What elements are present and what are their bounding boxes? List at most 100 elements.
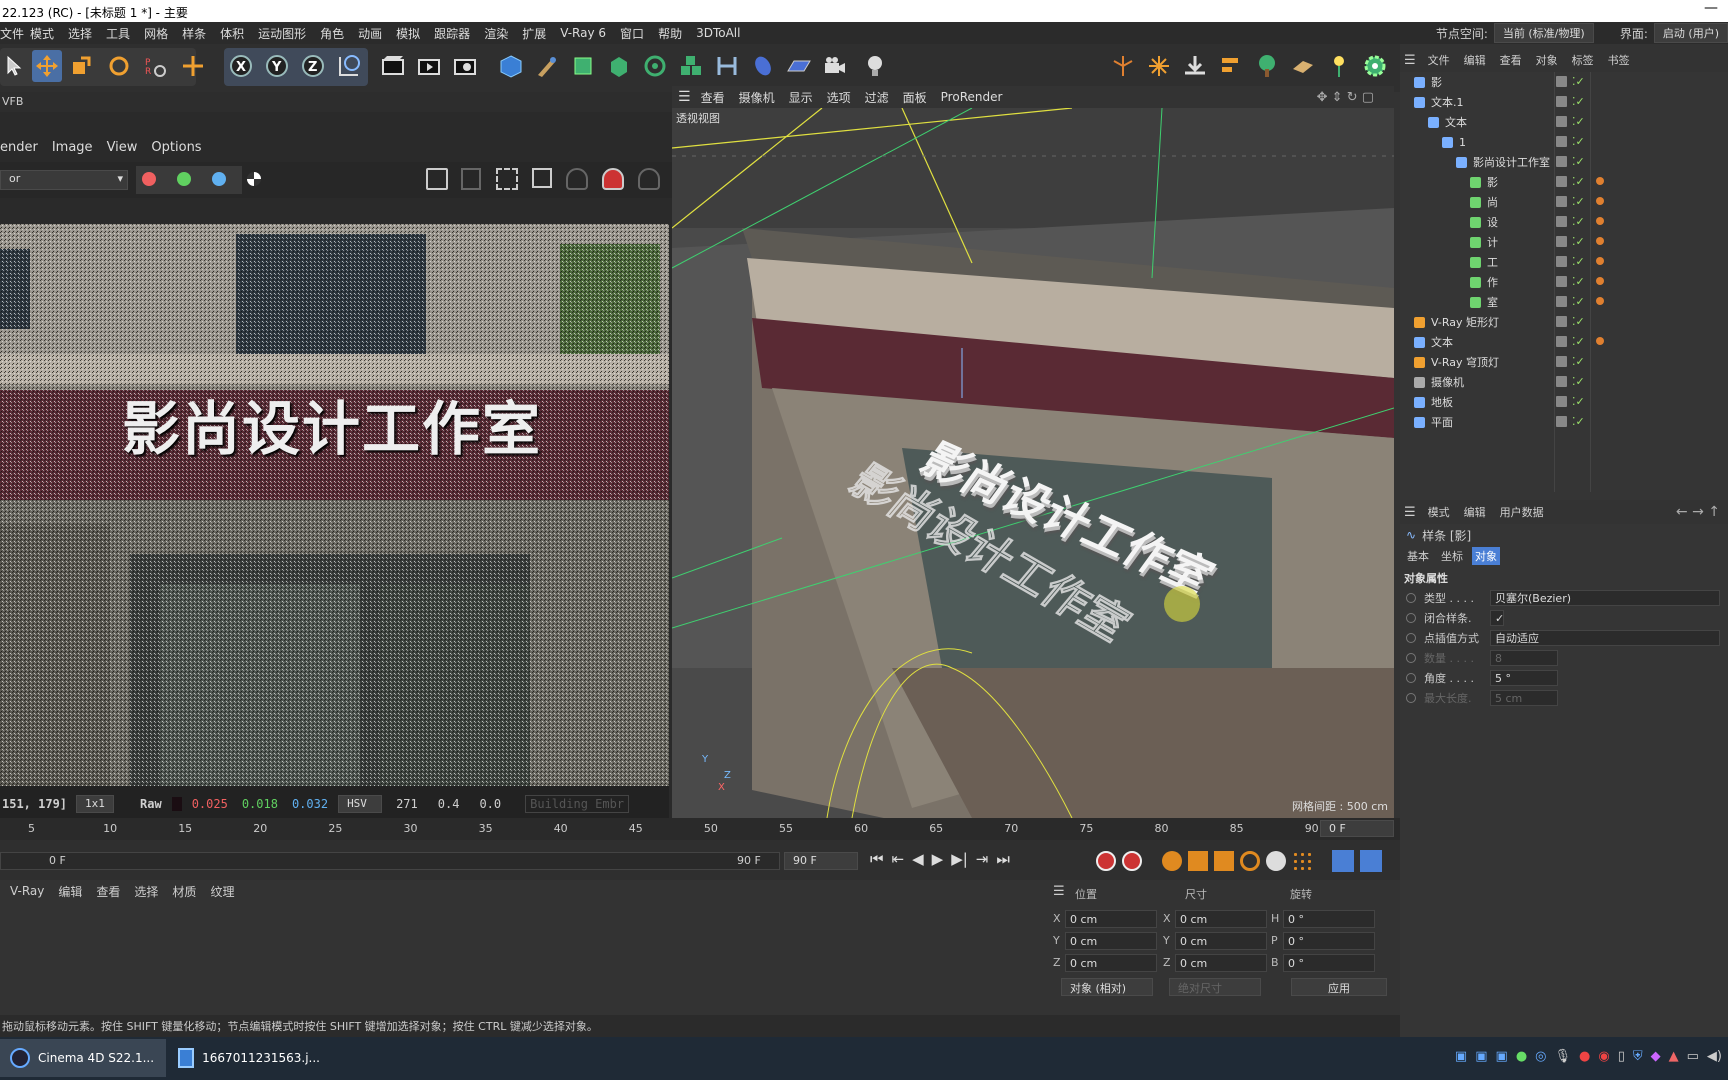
layer-icon[interactable] — [1556, 276, 1567, 287]
select-tool-icon[interactable] — [0, 50, 30, 82]
material-menu-item[interactable]: 编辑 — [58, 883, 82, 900]
animate-icon[interactable] — [1406, 653, 1416, 663]
coord-size-axis-field[interactable]: 0 cm — [1175, 910, 1267, 928]
visibility-icon[interactable]: ⁚✓ — [1572, 235, 1585, 248]
menu-item[interactable]: 样条 — [182, 25, 206, 42]
coord-pos-axis-field[interactable]: 0 cm — [1065, 954, 1157, 972]
key-position-icon[interactable] — [1162, 851, 1182, 871]
viewport-menu-item[interactable]: 过滤 — [865, 89, 889, 106]
tag-icon[interactable] — [1596, 237, 1604, 245]
object-row[interactable]: 计 ⁚✓ — [1400, 232, 1728, 252]
clear-image-icon[interactable] — [461, 168, 481, 190]
interface-dropdown[interactable]: 启动 (用户) — [1653, 23, 1728, 43]
layer-icon[interactable] — [1556, 256, 1567, 267]
attr-prop-value[interactable]: 8 — [1490, 650, 1558, 666]
stop-render-icon[interactable] — [638, 168, 660, 190]
object-row[interactable]: 室 ⁚✓ — [1400, 292, 1728, 312]
key-pla-icon[interactable] — [1292, 851, 1312, 871]
channel-dropdown[interactable]: or ▾ — [0, 170, 128, 190]
visibility-icon[interactable]: ⁚✓ — [1572, 355, 1585, 368]
frame-range-slider[interactable]: 0 F 90 F — [0, 852, 780, 870]
attr-nav-icons[interactable]: ← → ↑ — [1676, 504, 1720, 520]
object-row[interactable]: 文本 ⁚✓ — [1400, 332, 1728, 352]
deformer-icon[interactable] — [712, 50, 742, 82]
menu-item[interactable]: 工具 — [106, 25, 130, 42]
menu-item[interactable]: 选择 — [68, 25, 92, 42]
tag-icon[interactable] — [1596, 257, 1604, 265]
viewport-menu-item[interactable]: ProRender — [941, 90, 1003, 104]
visibility-icon[interactable]: ⁚✓ — [1572, 275, 1585, 288]
tray-app4-icon[interactable]: ◎ — [1535, 1049, 1546, 1064]
viewport-menu-item[interactable]: 选项 — [827, 89, 851, 106]
object-row[interactable]: V-Ray 矩形灯 ⁚✓ — [1400, 312, 1728, 332]
shield-icon[interactable]: ⛨ — [1633, 1049, 1643, 1064]
objmgr-menu-item[interactable]: 编辑 — [1464, 52, 1486, 68]
node-space-dropdown[interactable]: 当前 (标准/物理) — [1493, 23, 1594, 43]
wechat-icon[interactable]: ● — [1516, 1049, 1527, 1064]
layer-icon[interactable] — [1556, 176, 1567, 187]
objmgr-menu-item[interactable]: 书签 — [1608, 52, 1630, 68]
next-frame-icon[interactable]: ▶| — [951, 850, 968, 868]
objmgr-menu-icon[interactable]: ☰ — [1404, 53, 1416, 68]
go-to-end-icon[interactable]: ⏭ — [996, 850, 1010, 868]
object-row[interactable]: V-Ray 穹顶灯 ⁚✓ — [1400, 352, 1728, 372]
x-axis-lock-icon[interactable]: X — [226, 50, 256, 82]
vray-import-icon[interactable] — [1180, 50, 1210, 82]
autokey-icon[interactable] — [1122, 851, 1142, 871]
tray-app2-icon[interactable]: ▣ — [1475, 1049, 1487, 1064]
viewport-menu-item[interactable]: 查看 — [701, 89, 725, 106]
prev-key-icon[interactable]: ⇤ — [892, 850, 905, 868]
layer-icon[interactable] — [1556, 416, 1567, 427]
object-row[interactable]: 影尚设计工作室 ⁚✓ — [1400, 152, 1728, 172]
objmgr-menu-item[interactable]: 对象 — [1536, 52, 1558, 68]
tray-app6-icon[interactable]: ◆ — [1651, 1049, 1661, 1064]
tag-icon[interactable] — [1596, 197, 1604, 205]
animate-icon[interactable] — [1406, 593, 1416, 603]
mograph-icon[interactable] — [676, 50, 706, 82]
menu-item[interactable]: 跟踪器 — [434, 25, 470, 42]
visibility-icon[interactable]: ⁚✓ — [1572, 135, 1585, 148]
coord-rot-axis-field[interactable]: 0 ° — [1283, 954, 1375, 972]
layer-icon[interactable] — [1556, 236, 1567, 247]
tray-app3-icon[interactable]: ▣ — [1496, 1049, 1508, 1064]
coord-rot-axis-field[interactable]: 0 ° — [1283, 910, 1375, 928]
objmgr-menu-item[interactable]: 标签 — [1572, 52, 1594, 68]
layer-icon[interactable] — [1556, 116, 1567, 127]
psr-tool-icon[interactable]: PR — [140, 50, 170, 82]
layer-icon[interactable] — [1556, 376, 1567, 387]
layer-icon[interactable] — [1556, 336, 1567, 347]
tray-app7-icon[interactable]: ▲ — [1669, 1049, 1679, 1064]
attr-menu-item[interactable]: 用户数据 — [1500, 504, 1544, 520]
tag-icon[interactable] — [1596, 337, 1604, 345]
blue-channel-icon[interactable] — [212, 172, 226, 186]
vray-align-icon[interactable] — [1216, 50, 1246, 82]
object-row[interactable]: 设 ⁚✓ — [1400, 212, 1728, 232]
volume-icon[interactable]: ◀) — [1707, 1049, 1722, 1064]
menu-item[interactable]: 网格 — [144, 25, 168, 42]
field-icon[interactable] — [748, 50, 778, 82]
visibility-icon[interactable]: ⁚✓ — [1572, 255, 1585, 268]
material-menu-item[interactable]: 查看 — [96, 883, 120, 900]
menu-item[interactable]: 帮助 — [658, 25, 682, 42]
layer-icon[interactable] — [1556, 76, 1567, 87]
prev-frame-icon[interactable]: ◀ — [912, 850, 924, 868]
object-row[interactable]: 影 ⁚✓ — [1400, 172, 1728, 192]
visibility-icon[interactable]: ⁚✓ — [1572, 335, 1585, 348]
scale-tool-icon[interactable] — [66, 50, 96, 82]
tray-app-icon[interactable]: ▣ — [1455, 1049, 1467, 1064]
visibility-icon[interactable]: ⁚✓ — [1572, 215, 1585, 228]
tag-icon[interactable] — [1596, 297, 1604, 305]
coord-pos-axis-field[interactable]: 0 cm — [1065, 910, 1157, 928]
viewport-nav-icons[interactable]: ✥ ⇕ ↻ ▢ — [1317, 90, 1374, 105]
object-row[interactable]: 作 ⁚✓ — [1400, 272, 1728, 292]
coord-pos-axis-field[interactable]: 0 cm — [1065, 932, 1157, 950]
menu-item[interactable]: 动画 — [358, 25, 382, 42]
visibility-icon[interactable]: ⁚✓ — [1572, 155, 1585, 168]
layer-icon[interactable] — [1556, 196, 1567, 207]
taskbar-app-image[interactable]: 1667011231563.j... — [170, 1039, 320, 1077]
gear-icon[interactable] — [1360, 50, 1390, 82]
attr-prop-value[interactable]: 贝塞尔(Bezier) — [1490, 590, 1720, 606]
move-tool-icon[interactable] — [32, 50, 62, 82]
menu-item[interactable]: 体积 — [220, 25, 244, 42]
vfb-menu-item[interactable]: Options — [151, 140, 201, 155]
